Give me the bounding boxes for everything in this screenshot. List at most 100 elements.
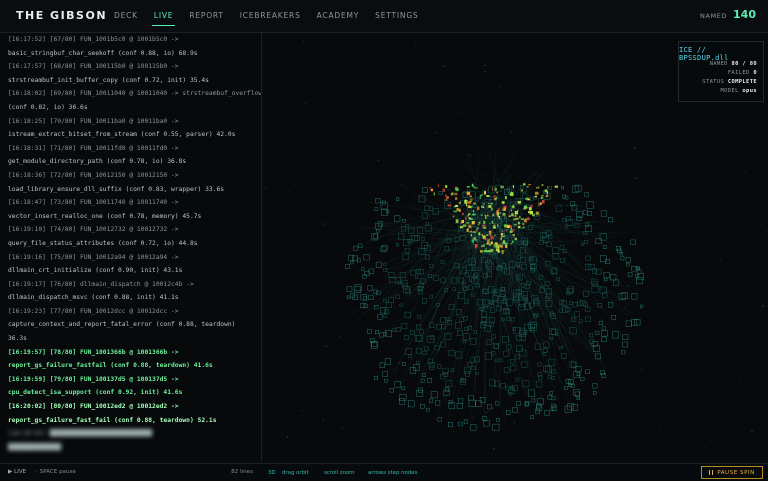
graph-node <box>429 399 433 403</box>
nav-academy[interactable]: ACADEMY <box>309 0 368 32</box>
active-node <box>495 188 498 191</box>
graph-node <box>540 232 546 238</box>
graph-node <box>464 420 468 424</box>
graph-node <box>502 336 508 342</box>
log-line: [16:18:02] [69/80] FUN_10011040 @ 100110… <box>0 87 261 101</box>
nav-icebreakers[interactable]: ICEBREAKERS <box>232 0 309 32</box>
active-node <box>513 234 516 236</box>
active-node <box>521 190 523 192</box>
active-node <box>522 227 524 229</box>
active-node <box>484 250 487 252</box>
graph-node <box>601 371 605 375</box>
graph-node <box>604 278 607 281</box>
graph-node <box>469 400 475 406</box>
active-node <box>491 203 493 205</box>
active-node <box>489 223 490 225</box>
star-dot <box>443 65 444 66</box>
graph-node <box>430 366 434 370</box>
graph-node <box>584 210 588 214</box>
graph-node <box>588 212 592 216</box>
active-node <box>525 207 528 209</box>
graph-node <box>420 404 424 408</box>
active-node <box>467 192 470 195</box>
star-dot <box>596 406 597 407</box>
graph-node <box>586 256 590 260</box>
graph-node <box>521 283 525 287</box>
graph-node <box>438 365 442 369</box>
nav-report[interactable]: REPORT <box>181 0 231 32</box>
active-node <box>546 195 549 197</box>
active-node <box>501 186 505 188</box>
nav-live[interactable]: LIVE <box>146 0 181 32</box>
graph-node <box>549 187 552 190</box>
star-dot <box>385 223 386 224</box>
active-node <box>438 185 439 187</box>
graph-node <box>513 408 518 413</box>
ice-panel: ICE // BPSSDUP.dll NAMED 80 / 80 FAILED … <box>678 41 764 102</box>
graph-node <box>595 331 599 335</box>
active-node <box>468 213 470 215</box>
nav-settings[interactable]: SETTINGS <box>367 0 426 32</box>
graph-node <box>406 349 412 355</box>
graph-node <box>380 363 385 368</box>
active-node <box>480 196 482 199</box>
active-node <box>535 196 537 198</box>
graph-node <box>422 238 425 241</box>
graph-node <box>390 277 396 283</box>
active-node <box>478 232 480 235</box>
active-node <box>465 217 466 221</box>
graph-node <box>471 425 477 431</box>
graph-node <box>514 327 520 333</box>
graph-node <box>510 359 514 363</box>
graph-node <box>532 399 535 402</box>
star-dot <box>682 109 683 110</box>
log-line: basic_stringbuf_char_seekoff (conf 0.88,… <box>0 47 261 61</box>
star-dot <box>357 213 358 214</box>
graph-node <box>608 303 613 308</box>
active-node <box>513 218 517 220</box>
graph-node <box>393 329 396 332</box>
active-node <box>532 214 535 216</box>
graph-node <box>632 266 637 271</box>
active-node <box>522 223 524 225</box>
active-node <box>468 225 471 228</box>
active-node <box>482 225 485 228</box>
active-node <box>486 248 487 249</box>
graph-node <box>381 247 386 252</box>
active-node <box>475 244 477 247</box>
graph-node <box>418 315 421 318</box>
graph-node <box>538 399 544 405</box>
active-node <box>505 243 508 244</box>
active-node <box>494 196 496 197</box>
active-node <box>459 202 461 204</box>
graph-node <box>593 384 598 389</box>
graph-node <box>602 337 607 342</box>
star-dot <box>331 104 332 105</box>
star-dot <box>635 177 637 179</box>
log-panel[interactable]: [16:17:52] [67/80] FUN_1001b5c0 @ 1001b5… <box>0 33 262 463</box>
star-dot <box>493 448 494 449</box>
active-node <box>499 216 500 219</box>
graph-node <box>363 275 367 279</box>
graph-node <box>623 342 628 347</box>
star-dot <box>490 71 491 72</box>
graph-node <box>575 312 580 317</box>
graph-node <box>426 408 429 411</box>
pause-spin-button[interactable]: PAUSE SPIN <box>701 466 763 479</box>
nav-deck[interactable]: DECK <box>106 0 146 32</box>
active-node <box>456 219 459 223</box>
graph-node <box>601 211 607 217</box>
graph-node <box>545 411 550 416</box>
active-node <box>511 209 512 211</box>
graph-node <box>564 387 567 390</box>
star-dot <box>379 351 380 352</box>
graph-node <box>605 259 609 263</box>
star-dot <box>317 238 318 239</box>
star-dot <box>509 60 510 61</box>
graph-node <box>585 264 591 270</box>
log-line: report_gs_failure_fast_fail (conf 0.88, … <box>0 414 261 428</box>
star-dot <box>762 305 763 306</box>
active-node <box>470 198 471 202</box>
active-node <box>468 202 470 204</box>
star-dot <box>304 103 305 104</box>
